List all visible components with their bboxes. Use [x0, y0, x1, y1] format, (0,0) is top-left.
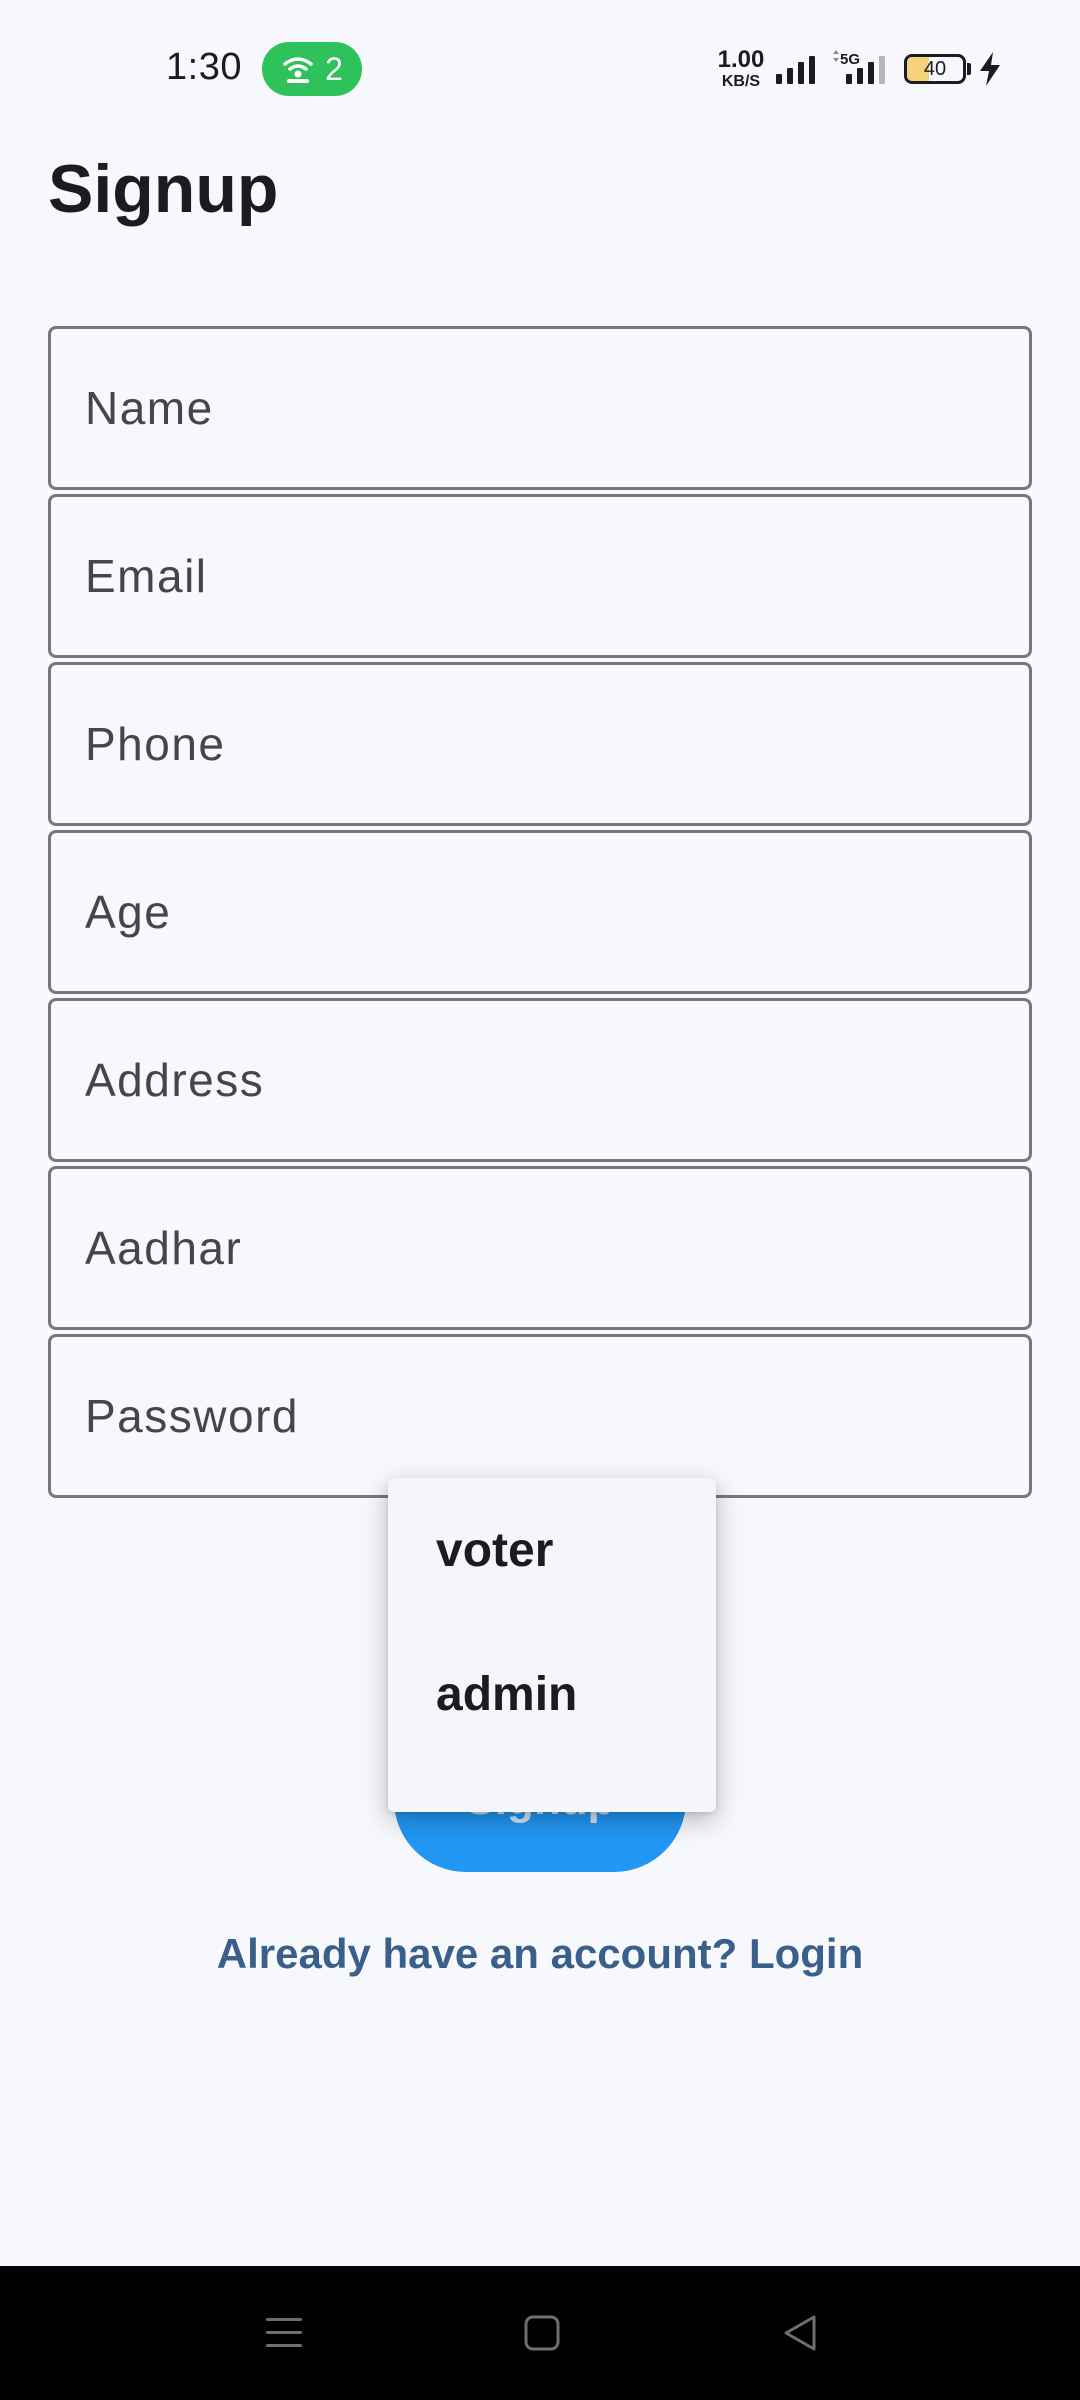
nav-menu-button[interactable] [224, 2266, 344, 2400]
name-field[interactable] [48, 326, 1032, 490]
address-input[interactable] [51, 1001, 1029, 1159]
name-input[interactable] [51, 329, 1029, 487]
nav-home-button[interactable] [482, 2266, 602, 2400]
battery-level: 40 [923, 58, 947, 80]
5g-signal-icon: 5G [833, 50, 885, 84]
back-icon [784, 2315, 816, 2351]
signal-icon [776, 56, 815, 84]
password-field[interactable] [48, 1334, 1032, 1498]
status-bar: 1:30 2 1.00 KB/S 5G 40 [0, 0, 1080, 136]
password-input[interactable] [51, 1337, 1029, 1495]
signup-form [48, 326, 1032, 1502]
aadhar-field[interactable] [48, 1166, 1032, 1330]
home-icon [524, 2315, 560, 2351]
email-field[interactable] [48, 494, 1032, 658]
network-speed: 1.00 KB/S [713, 48, 769, 90]
role-dropdown-menu: voter admin [388, 1478, 716, 1812]
hotspot-count: 2 [325, 50, 343, 87]
hotspot-icon [283, 57, 313, 83]
email-input[interactable] [51, 497, 1029, 655]
aadhar-input[interactable] [51, 1169, 1029, 1327]
network-speed-unit: KB/S [721, 73, 761, 90]
navigation-bar [0, 2266, 1080, 2400]
phone-input[interactable] [51, 665, 1029, 823]
page-title: Signup [48, 151, 279, 227]
role-option-admin[interactable]: admin [388, 1622, 716, 1766]
age-field[interactable] [48, 830, 1032, 994]
status-time: 1:30 [166, 46, 242, 88]
battery-tip [967, 63, 971, 75]
network-type-label: 5G [840, 51, 860, 68]
role-option-voter[interactable]: voter [388, 1478, 716, 1622]
age-input[interactable] [51, 833, 1029, 991]
nav-back-button[interactable] [740, 2266, 860, 2400]
battery-icon: 40 [904, 54, 966, 84]
network-speed-value: 1.00 [717, 46, 765, 73]
address-field[interactable] [48, 998, 1032, 1162]
charging-icon [980, 52, 1000, 86]
menu-icon [266, 2318, 302, 2347]
hotspot-indicator[interactable]: 2 [262, 42, 362, 96]
phone-field[interactable] [48, 662, 1032, 826]
login-link[interactable]: Already have an account? Login [0, 1930, 1080, 1978]
